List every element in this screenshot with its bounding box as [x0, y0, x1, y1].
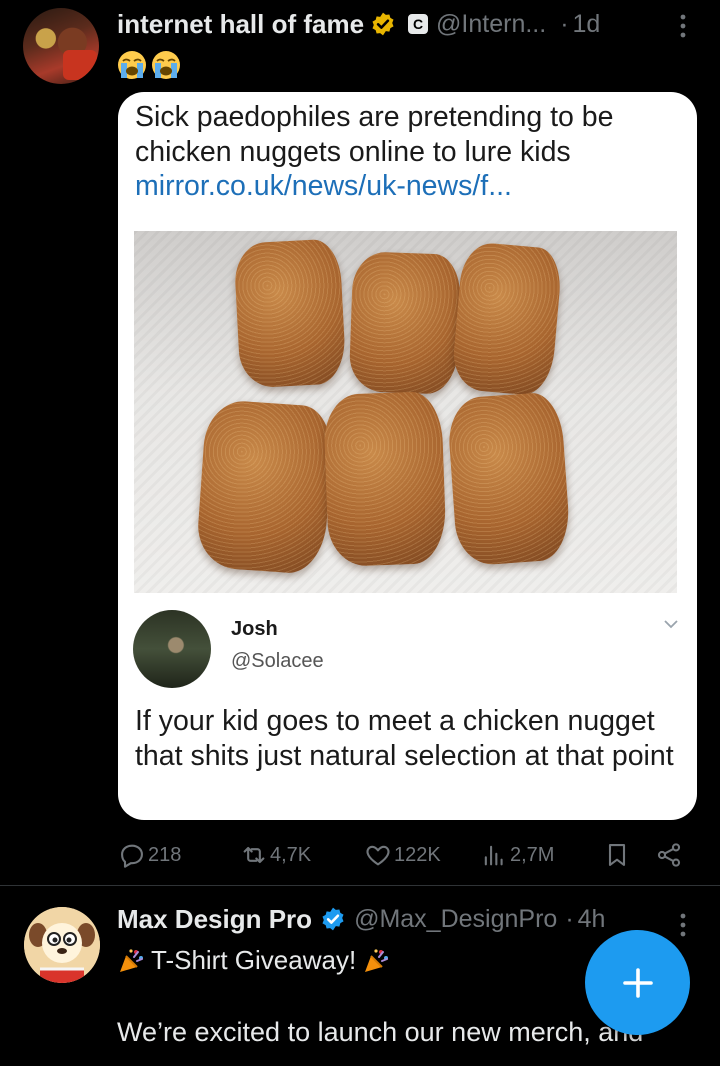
verified-blue-badge-icon: [322, 907, 344, 931]
quoted-user-handle: @Solacee: [231, 650, 324, 672]
tweet-timestamp[interactable]: 4h: [578, 905, 606, 934]
quoted-user-avatar: [133, 610, 211, 688]
tweet-timestamp[interactable]: 1d: [573, 10, 601, 39]
more-options-icon[interactable]: [677, 12, 689, 40]
plus-icon: [622, 967, 653, 998]
nugget: [450, 240, 564, 398]
nugget: [233, 238, 347, 389]
attached-image-card[interactable]: Sick paedophiles are pretending to be ch…: [118, 92, 697, 820]
tweet-header: Max Design Pro @Max_DesignPro · 4h: [117, 901, 605, 937]
cartoon-dog-avatar-icon: [24, 907, 100, 983]
verified-gold-badge-icon: [372, 12, 394, 36]
views-button[interactable]: 2,7M: [480, 838, 554, 872]
like-count: 122K: [394, 843, 441, 866]
separator-dot: ·: [565, 904, 574, 933]
reply-count: 218: [148, 843, 182, 866]
repost-count: 4,7K: [270, 843, 312, 866]
separator-dot: ·: [560, 9, 569, 38]
tweet-header: internet hall of fame C @Intern... · 1d: [117, 6, 600, 42]
affiliate-badge: C: [408, 14, 429, 34]
views-count: 2,7M: [510, 843, 555, 866]
loudly-crying-face-icon: [118, 51, 146, 79]
repost-button[interactable]: 4,7K: [240, 838, 311, 872]
bookmark-button[interactable]: [603, 838, 631, 872]
bookmark-icon: [608, 844, 626, 866]
crying-emojis: [117, 50, 181, 80]
nugget: [348, 251, 462, 395]
reply-icon: [121, 844, 143, 868]
author-handle[interactable]: @Max_DesignPro: [354, 905, 557, 934]
party-popper-icon: [365, 948, 389, 972]
author-avatar[interactable]: [23, 8, 99, 84]
views-icon: [484, 845, 503, 866]
author-handle[interactable]: @Intern...: [436, 10, 546, 39]
heart-icon: [366, 845, 390, 866]
nugget: [323, 390, 447, 568]
article-link: mirror.co.uk/news/uk-news/f...: [135, 170, 512, 202]
chicken-nuggets-photo: [134, 231, 677, 593]
nugget: [195, 398, 335, 576]
compose-tweet-button[interactable]: [585, 930, 690, 1035]
tweet-action-bar: 218 4,7K 122K 2,7M: [0, 838, 720, 872]
nugget: [446, 391, 572, 567]
loudly-crying-face-icon: [152, 51, 180, 79]
more-options-icon[interactable]: [677, 911, 689, 939]
author-name[interactable]: Max Design Pro: [117, 904, 312, 935]
reply-button[interactable]: 218: [118, 838, 181, 872]
tweet-internet-hall-of-fame[interactable]: internet hall of fame C @Intern... · 1d …: [0, 0, 720, 886]
author-name[interactable]: internet hall of fame: [117, 9, 364, 40]
quoted-user-name: Josh: [231, 618, 278, 640]
author-avatar[interactable]: [24, 907, 100, 983]
party-popper-icon: [120, 948, 143, 972]
like-button[interactable]: 122K: [364, 838, 441, 872]
giveaway-text: T-Shirt Giveaway!: [151, 945, 357, 975]
chevron-down-icon: [664, 620, 678, 629]
share-icon: [657, 843, 681, 867]
article-headline: Sick paedophiles are pretending to be ch…: [135, 101, 614, 168]
repost-icon: [243, 846, 265, 864]
tweet-first-line: T-Shirt Giveaway!: [117, 945, 396, 976]
share-button[interactable]: [655, 838, 683, 872]
quoted-tweet-text: If your kid goes to meet a chicken nugge…: [135, 705, 674, 772]
